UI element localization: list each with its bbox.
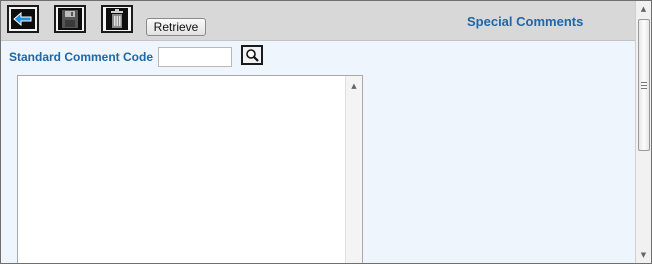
comment-scrollbar[interactable]: ▲ <box>345 76 362 263</box>
save-button[interactable] <box>54 5 86 33</box>
scroll-up-arrow-icon[interactable]: ▲ <box>346 79 362 93</box>
page-scrollbar-thumb[interactable] <box>638 19 650 151</box>
comment-text-area: ▲ <box>17 75 363 263</box>
grip-icon <box>641 81 647 89</box>
page-scrollbar[interactable]: ▲ ▼ <box>635 1 651 263</box>
back-arrow-icon <box>11 9 35 29</box>
special-comments-window: Retrieve Special Comments Standard Comme… <box>0 0 652 264</box>
retrieve-button[interactable]: Retrieve <box>146 18 206 36</box>
save-disk-icon <box>58 8 82 30</box>
page-title: Special Comments <box>467 14 584 29</box>
standard-comment-code-input[interactable] <box>158 47 232 67</box>
delete-button[interactable] <box>101 5 133 33</box>
toolbar: Retrieve Special Comments <box>1 1 635 41</box>
page-scroll-down-arrow-icon[interactable]: ▼ <box>636 248 651 262</box>
magnifier-icon <box>246 49 259 62</box>
delete-trash-icon <box>106 8 128 30</box>
code-lookup-button[interactable] <box>241 45 263 65</box>
page-scroll-up-arrow-icon[interactable]: ▲ <box>636 2 651 16</box>
standard-comment-code-label: Standard Comment Code <box>9 50 154 64</box>
back-button[interactable] <box>7 5 39 33</box>
special-comment-textarea[interactable] <box>18 76 346 263</box>
